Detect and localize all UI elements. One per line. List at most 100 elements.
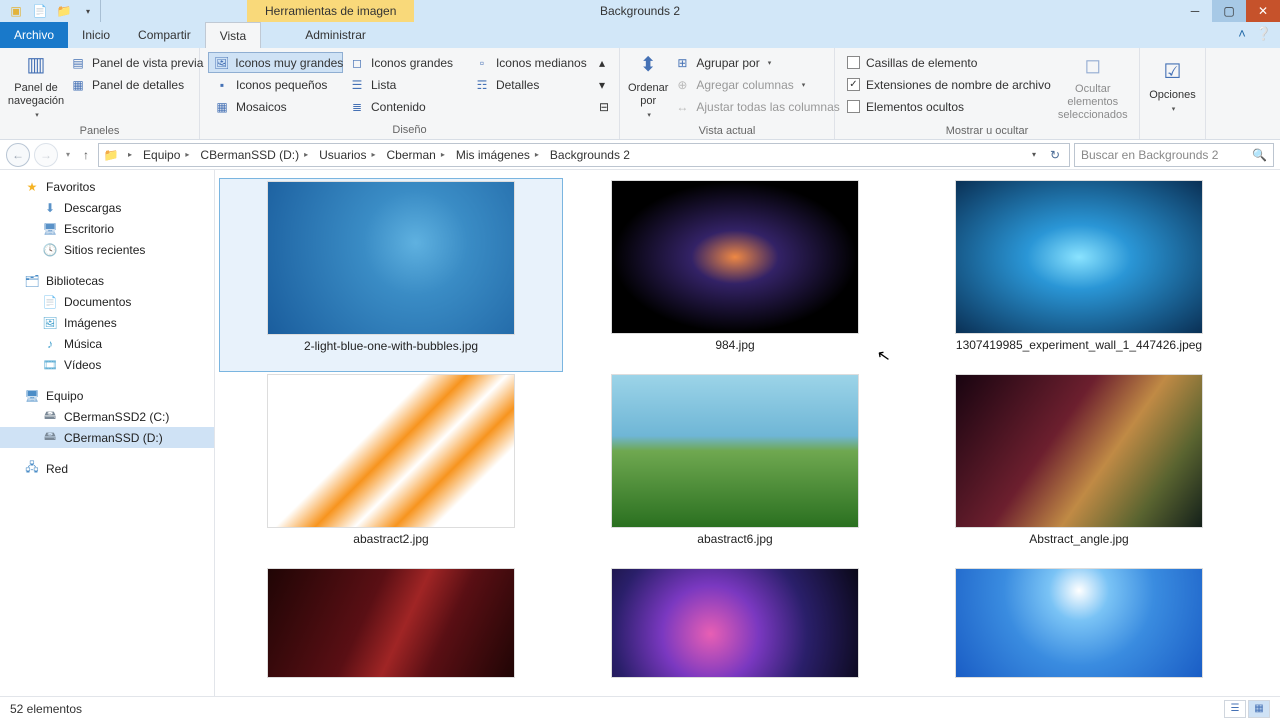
file-item[interactable]: 2-light-blue-one-with-bubbles.jpg bbox=[219, 178, 563, 372]
crumb-sep[interactable]: ▸ bbox=[121, 144, 139, 166]
address-history-button[interactable]: ▾ bbox=[1025, 150, 1043, 159]
network-icon: 🖧 bbox=[24, 461, 40, 477]
collapse-ribbon-icon[interactable]: ˄ bbox=[1238, 26, 1246, 42]
tree-escritorio[interactable]: 🖥Escritorio bbox=[0, 218, 214, 239]
tree-network[interactable]: 🖧Red bbox=[0, 458, 214, 479]
nav-pane-button[interactable]: ▥ Panel de navegación ▾ bbox=[8, 50, 64, 122]
layout-more[interactable]: ⊟ bbox=[597, 96, 611, 117]
crumb-equipo[interactable]: Equipo▸ bbox=[139, 144, 196, 166]
details-pane-button[interactable]: ▦Panel de detalles bbox=[64, 74, 209, 95]
qat-dropdown-icon[interactable]: ▾ bbox=[76, 0, 100, 22]
qat-new-folder-icon[interactable]: 📁 bbox=[52, 0, 76, 22]
tree-descargas[interactable]: ⬇Descargas bbox=[0, 197, 214, 218]
up-button[interactable]: ↑ bbox=[78, 148, 94, 162]
ribbon: ▥ Panel de navegación ▾ ▤ Panel de vista … bbox=[0, 48, 1280, 140]
view-tiles-button[interactable]: ▦Mosaicos bbox=[208, 96, 343, 117]
documents-icon: 📄 bbox=[42, 294, 58, 310]
file-item[interactable] bbox=[219, 566, 563, 696]
help-icon[interactable]: ❔ bbox=[1256, 26, 1272, 42]
tree-musica[interactable]: ♪Música bbox=[0, 333, 214, 354]
file-item[interactable]: Abstract_angle.jpg bbox=[907, 372, 1251, 566]
content-label: Contenido bbox=[371, 100, 426, 114]
system-menu-icon[interactable]: ▣ bbox=[4, 0, 28, 22]
view-extra-large-icons-button[interactable]: 🖼Iconos muy grandes bbox=[208, 52, 343, 73]
search-box[interactable]: Buscar en Backgrounds 2 🔍 bbox=[1074, 143, 1274, 167]
maximize-button[interactable]: ▢ bbox=[1212, 0, 1246, 22]
file-item[interactable]: abastract2.jpg bbox=[219, 372, 563, 566]
tree-label: CBermanSSD2 (C:) bbox=[64, 410, 169, 424]
sm-icons-label: Iconos pequeños bbox=[236, 78, 327, 92]
item-checkboxes-toggle[interactable]: Casillas de elemento bbox=[843, 52, 1055, 73]
file-item[interactable]: abastract6.jpg bbox=[563, 372, 907, 566]
file-item[interactable]: 1307419985_experiment_wall_1_447426.jpeg bbox=[907, 178, 1251, 372]
crumb-drive[interactable]: CBermanSSD (D:)▸ bbox=[196, 144, 315, 166]
tree-videos[interactable]: 🎞Vídeos bbox=[0, 354, 214, 375]
refresh-button[interactable]: ↻ bbox=[1043, 148, 1067, 162]
hidden-items-toggle[interactable]: Elementos ocultos bbox=[843, 96, 1055, 117]
add-columns-button: ⊕Agregar columnas▾ bbox=[668, 74, 845, 95]
recent-locations-button[interactable]: ▾ bbox=[62, 150, 74, 159]
content-icon: ≣ bbox=[349, 99, 365, 115]
tab-administrar[interactable]: Administrar bbox=[291, 22, 380, 48]
details-view-button[interactable]: ☰ bbox=[1224, 700, 1246, 718]
lg-icons-label: Iconos grandes bbox=[371, 56, 453, 70]
sort-by-button[interactable]: ⬍ Ordenar por ▾ bbox=[628, 50, 668, 122]
preview-pane-icon: ▤ bbox=[70, 55, 86, 71]
crumb-current[interactable]: Backgrounds 2 bbox=[546, 144, 634, 166]
tree-recientes[interactable]: 🕓Sitios recientes bbox=[0, 239, 214, 260]
view-medium-icons-button[interactable]: ▫Iconos medianos bbox=[468, 52, 593, 73]
layout-scroll-down[interactable]: ▾ bbox=[597, 74, 611, 95]
list-icon: ☰ bbox=[349, 77, 365, 93]
file-item[interactable]: 984.jpg bbox=[563, 178, 907, 372]
back-button[interactable]: ← bbox=[6, 143, 30, 167]
crumb-cberman[interactable]: Cberman▸ bbox=[382, 144, 451, 166]
tree-label: Descargas bbox=[64, 201, 121, 215]
file-item[interactable] bbox=[563, 566, 907, 696]
sort-label: Ordenar por bbox=[628, 82, 668, 108]
file-item[interactable] bbox=[907, 566, 1251, 696]
thumbnail bbox=[267, 568, 515, 678]
tree-imagenes[interactable]: 🖼Imágenes bbox=[0, 312, 214, 333]
preview-pane-label: Panel de vista previa bbox=[92, 56, 203, 70]
qat-properties-icon[interactable]: 📄 bbox=[28, 0, 52, 22]
minimize-button[interactable]: ─ bbox=[1178, 0, 1212, 22]
file-extensions-toggle[interactable]: ✓Extensiones de nombre de archivo bbox=[843, 74, 1055, 95]
options-button[interactable]: ☑ Opciones ▾ bbox=[1148, 50, 1197, 122]
view-details-button[interactable]: ☶Detalles bbox=[468, 74, 593, 95]
view-content-button[interactable]: ≣ Contenido bbox=[343, 96, 468, 117]
folder-icon: 📁 bbox=[101, 148, 121, 162]
tree-documentos[interactable]: 📄Documentos bbox=[0, 291, 214, 312]
file-list[interactable]: 2-light-blue-one-with-bubbles.jpg 984.jp… bbox=[215, 170, 1280, 720]
item-checkboxes-label: Casillas de elemento bbox=[866, 56, 977, 70]
tree-drive-d[interactable]: 🖴CBermanSSD (D:) bbox=[0, 427, 214, 448]
group-by-button[interactable]: ⊞Agrupar por▾ bbox=[668, 52, 845, 73]
preview-pane-button[interactable]: ▤ Panel de vista previa bbox=[64, 52, 209, 73]
music-icon: ♪ bbox=[42, 336, 58, 352]
details-label: Detalles bbox=[496, 78, 539, 92]
file-name: 984.jpg bbox=[715, 338, 754, 352]
tab-vista[interactable]: Vista bbox=[205, 22, 261, 48]
tab-inicio[interactable]: Inicio bbox=[68, 22, 124, 48]
ribbon-tabs: Archivo Inicio Compartir Vista Administr… bbox=[0, 22, 1280, 48]
view-list-button[interactable]: ☰ Lista bbox=[343, 74, 468, 95]
close-button[interactable]: ✕ bbox=[1246, 0, 1280, 22]
tab-compartir[interactable]: Compartir bbox=[124, 22, 205, 48]
crumb-usuarios[interactable]: Usuarios▸ bbox=[315, 144, 382, 166]
options-group-label bbox=[1148, 122, 1197, 139]
thumbnails-view-button[interactable]: ▦ bbox=[1248, 700, 1270, 718]
tree-favorites[interactable]: ★Favoritos bbox=[0, 176, 214, 197]
title-bar: ▣ 📄 📁 ▾ Herramientas de imagen Backgroun… bbox=[0, 0, 1280, 22]
view-small-icons-button[interactable]: ▪Iconos pequeños bbox=[208, 74, 343, 95]
thumbnail bbox=[267, 181, 515, 335]
size-columns-label: Ajustar todas las columnas bbox=[696, 100, 839, 114]
address-bar[interactable]: 📁 ▸ Equipo▸ CBermanSSD (D:)▸ Usuarios▸ C… bbox=[98, 143, 1070, 167]
layout-scroll-up[interactable]: ▴ bbox=[597, 52, 611, 73]
crumb-label: Usuarios bbox=[319, 148, 366, 162]
crumb-imagenes[interactable]: Mis imágenes▸ bbox=[452, 144, 546, 166]
list-label: Lista bbox=[371, 78, 396, 92]
tree-drive-c[interactable]: 🖴CBermanSSD2 (C:) bbox=[0, 406, 214, 427]
tree-computer[interactable]: 🖥Equipo bbox=[0, 385, 214, 406]
view-large-icons-button[interactable]: ◻Iconos grandes bbox=[343, 52, 468, 73]
tab-file[interactable]: Archivo bbox=[0, 22, 68, 48]
tree-libraries[interactable]: 🗂Bibliotecas bbox=[0, 270, 214, 291]
